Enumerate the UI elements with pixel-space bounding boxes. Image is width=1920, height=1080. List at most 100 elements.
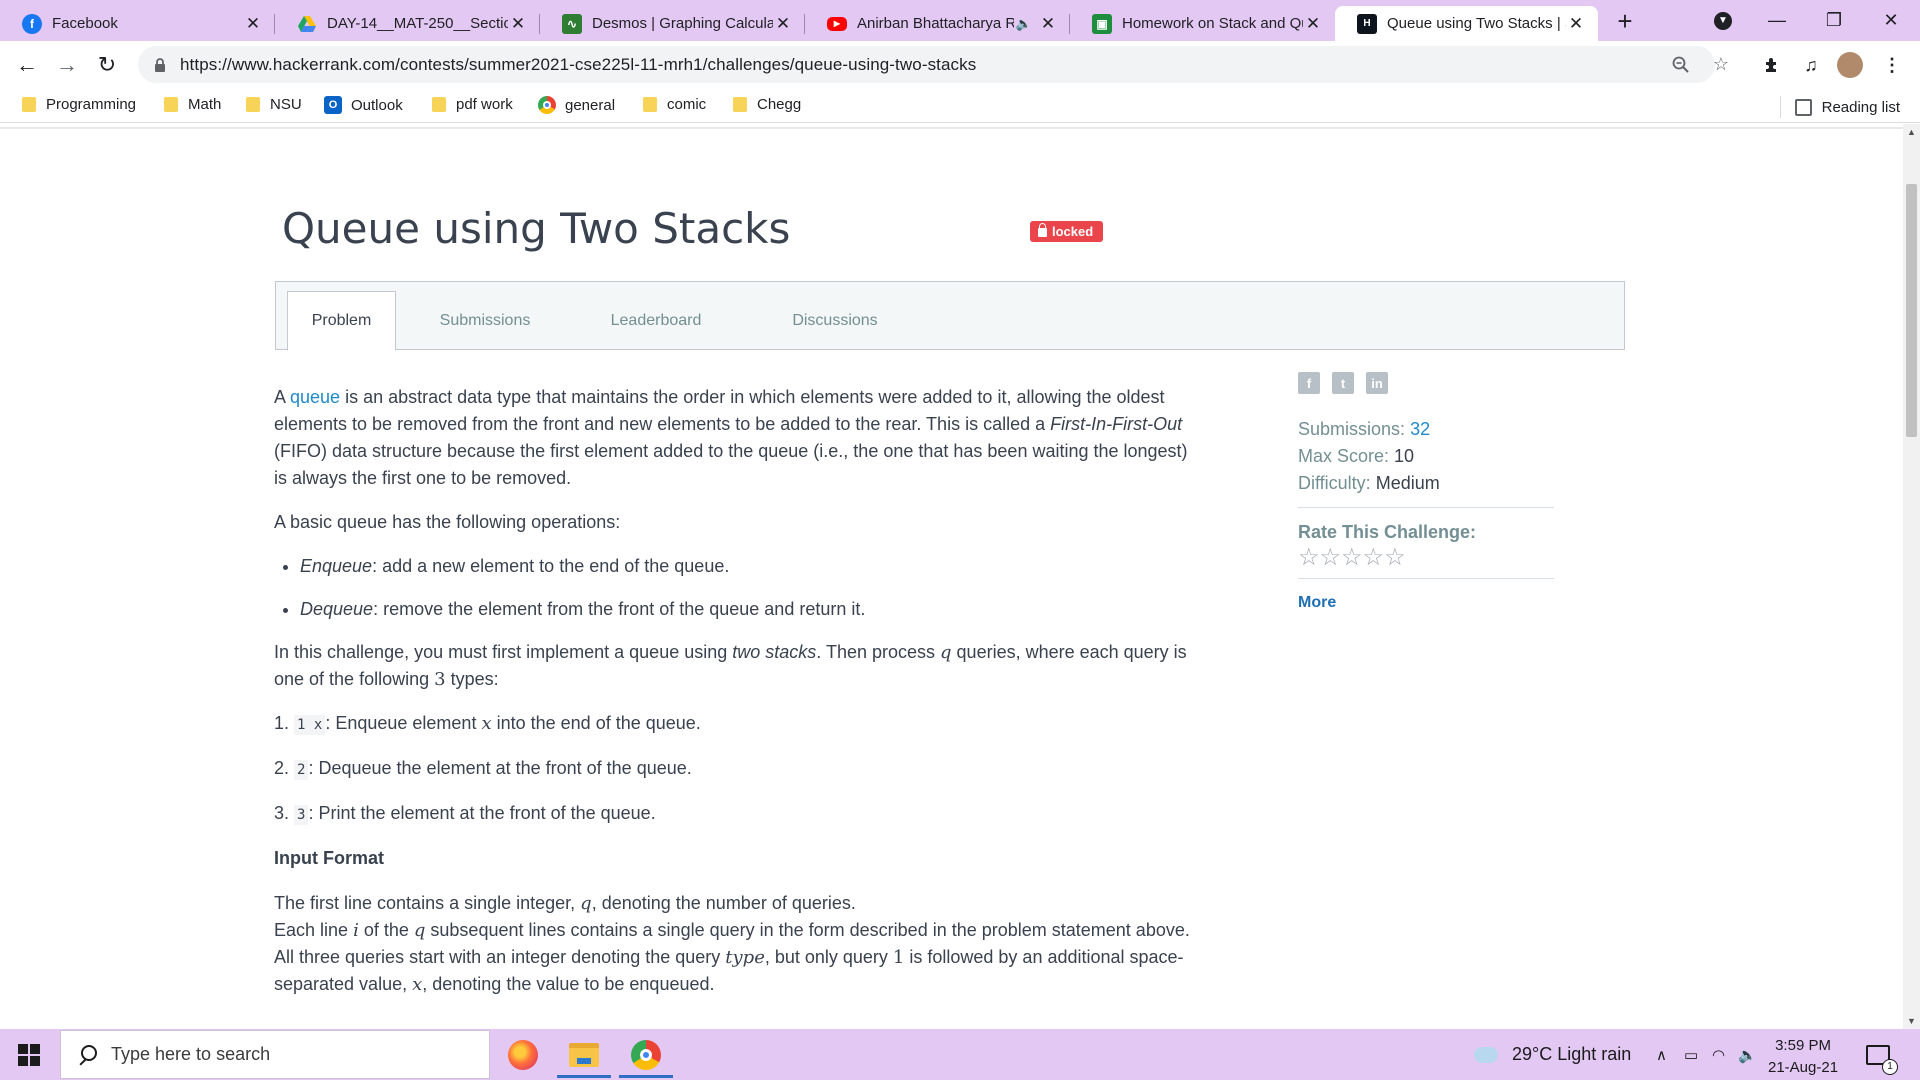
badge-label: locked [1052, 224, 1094, 239]
paragraph-operations: A basic queue has the following operatio… [274, 512, 621, 532]
media-control-icon[interactable]: ♫ [1797, 51, 1825, 79]
text: Dequeue [300, 599, 374, 619]
difficulty-stat: Difficulty: Medium [1298, 470, 1554, 497]
browser-tab-drive[interactable]: DAY-14__MAT-250__Section ✕ [275, 6, 540, 41]
list-item: 3. 3: Print the element at the front of … [274, 800, 1204, 829]
close-icon[interactable]: ✕ [1038, 14, 1058, 34]
firefox-app[interactable] [494, 1032, 552, 1077]
code: 2 [294, 760, 309, 780]
text: into the end of the queue. [491, 713, 701, 733]
math-var: q [413, 920, 426, 941]
tab-leaderboard[interactable]: Leaderboard [581, 291, 731, 350]
close-icon[interactable]: ✕ [1566, 14, 1586, 34]
text: , denoting the number of queries. [591, 893, 856, 913]
file-explorer-app[interactable] [555, 1032, 613, 1078]
clock-date: 21-Aug-21 [1768, 1059, 1839, 1076]
new-tab-button[interactable]: + [1612, 8, 1638, 34]
bookmark-pdf-work[interactable]: pdf work [432, 96, 513, 113]
extensions-icon[interactable] [1758, 51, 1786, 79]
folder-icon [569, 1042, 599, 1067]
scroll-up-icon[interactable]: ▲ [1903, 124, 1920, 140]
page-scrollbar[interactable]: ▲ ▼ [1903, 124, 1920, 1029]
bookmark-label: Chegg [757, 96, 802, 113]
tab-problem[interactable]: Problem [287, 291, 396, 351]
browser-tab-classroom[interactable]: ▣ Homework on Stack and Qu ✕ [1070, 6, 1335, 41]
back-button[interactable]: ← [11, 49, 43, 81]
avatar[interactable] [1836, 51, 1864, 79]
reading-list-button[interactable]: Reading list [1779, 96, 1900, 118]
browser-tab-hackerrank[interactable]: H Queue using Two Stacks | S ✕ [1335, 6, 1598, 41]
bookmark-math[interactable]: Math [164, 96, 221, 113]
close-icon[interactable]: ✕ [243, 14, 263, 34]
tab-search-button[interactable]: ▼ [1695, 0, 1751, 41]
list-number: 3. [274, 803, 290, 823]
problem-statement: A queue is an abstract data type that ma… [274, 384, 1204, 1015]
browser-tab-youtube[interactable]: ▶ Anirban Bhattacharya R 🔈 ✕ [805, 6, 1070, 41]
zoom-icon[interactable] [1668, 52, 1694, 78]
more-link[interactable]: More [1298, 594, 1336, 611]
close-window-button[interactable]: ✕ [1863, 0, 1919, 41]
restore-button[interactable]: ❐ [1806, 0, 1862, 41]
speaker-icon[interactable]: 🔈 [1014, 14, 1034, 34]
kebab-menu-icon[interactable]: ⋮ [1878, 51, 1906, 79]
minimize-button[interactable]: — [1749, 0, 1805, 41]
star-icon[interactable]: ☆ [1708, 52, 1734, 78]
forward-button[interactable]: → [51, 49, 83, 81]
windows-start-icon[interactable] [18, 1044, 40, 1066]
clock-time: 3:59 PM [1775, 1037, 1831, 1054]
notifications-button[interactable]: 1 [1866, 1029, 1898, 1080]
tab-title: Facebook [52, 15, 118, 32]
bookmark-outlook[interactable]: O Outlook [324, 96, 403, 114]
twitter-icon[interactable]: t [1332, 372, 1354, 394]
taskbar-search-input[interactable]: Type here to search [60, 1030, 490, 1079]
speaker-icon[interactable]: 🔈 [1738, 1029, 1757, 1080]
scroll-thumb[interactable] [1906, 184, 1917, 437]
close-icon[interactable]: ✕ [1303, 14, 1323, 34]
hackerrank-icon: H [1357, 13, 1377, 34]
tab-title: Anirban Bhattacharya R [857, 15, 1014, 32]
text: , but only query [764, 947, 893, 967]
reload-button[interactable]: ↻ [91, 49, 123, 81]
bookmark-label: NSU [270, 96, 302, 113]
chevron-up-icon[interactable]: ∧ [1656, 1029, 1667, 1080]
lock-icon[interactable] [152, 57, 168, 73]
active-indicator [557, 1075, 611, 1078]
battery-icon[interactable]: ▭ [1684, 1029, 1698, 1080]
submissions-link[interactable]: 32 [1410, 419, 1430, 439]
chrome-app[interactable] [617, 1032, 675, 1078]
wifi-icon[interactable]: ◠ [1712, 1029, 1725, 1080]
close-icon[interactable]: ✕ [773, 14, 793, 34]
facebook-icon: f [22, 13, 42, 34]
folder-icon [432, 97, 446, 112]
firefox-icon [508, 1039, 538, 1070]
queue-link[interactable]: queue [290, 387, 340, 407]
bookmark-general[interactable]: general [538, 96, 615, 114]
bookmark-label: comic [667, 96, 707, 113]
tab-submissions[interactable]: Submissions [410, 291, 560, 350]
tab-discussions[interactable]: Discussions [760, 291, 910, 350]
url-text[interactable]: https://www.hackerrank.com/contests/summ… [180, 55, 976, 75]
bookmark-label: general [565, 96, 616, 114]
bookmark-nsu[interactable]: NSU [246, 96, 302, 113]
math-num: 1 [892, 947, 905, 968]
weather-widget[interactable]: 29°C Light rain [1474, 1029, 1631, 1080]
browser-tab-facebook[interactable]: f Facebook ✕ [0, 6, 275, 41]
stat-label: Max Score: [1298, 446, 1390, 466]
bookmark-chegg[interactable]: Chegg [733, 96, 801, 113]
close-icon[interactable]: ✕ [508, 14, 528, 34]
bookmark-comic[interactable]: comic [643, 96, 706, 113]
folder-icon [22, 97, 36, 112]
address-bar[interactable]: https://www.hackerrank.com/contests/summ… [138, 46, 1729, 83]
facebook-icon[interactable]: f [1298, 372, 1320, 394]
bookmark-programming[interactable]: Programming [22, 96, 136, 113]
rating-stars[interactable]: ☆☆☆☆☆ [1298, 544, 1554, 572]
text: The first line contains a single integer… [274, 893, 581, 913]
linkedin-icon[interactable]: in [1366, 372, 1388, 394]
system-clock[interactable]: 3:59 PM 21-Aug-21 [1768, 1035, 1838, 1079]
youtube-icon: ▶ [827, 16, 847, 31]
share-buttons: f t in [1298, 372, 1554, 394]
browser-tab-desmos[interactable]: ∿ Desmos | Graphing Calculat ✕ [540, 6, 805, 41]
scroll-down-icon[interactable]: ▼ [1903, 1013, 1920, 1029]
cloud-rain-icon [1474, 1046, 1498, 1063]
max-score-stat: Max Score: 10 [1298, 443, 1554, 470]
